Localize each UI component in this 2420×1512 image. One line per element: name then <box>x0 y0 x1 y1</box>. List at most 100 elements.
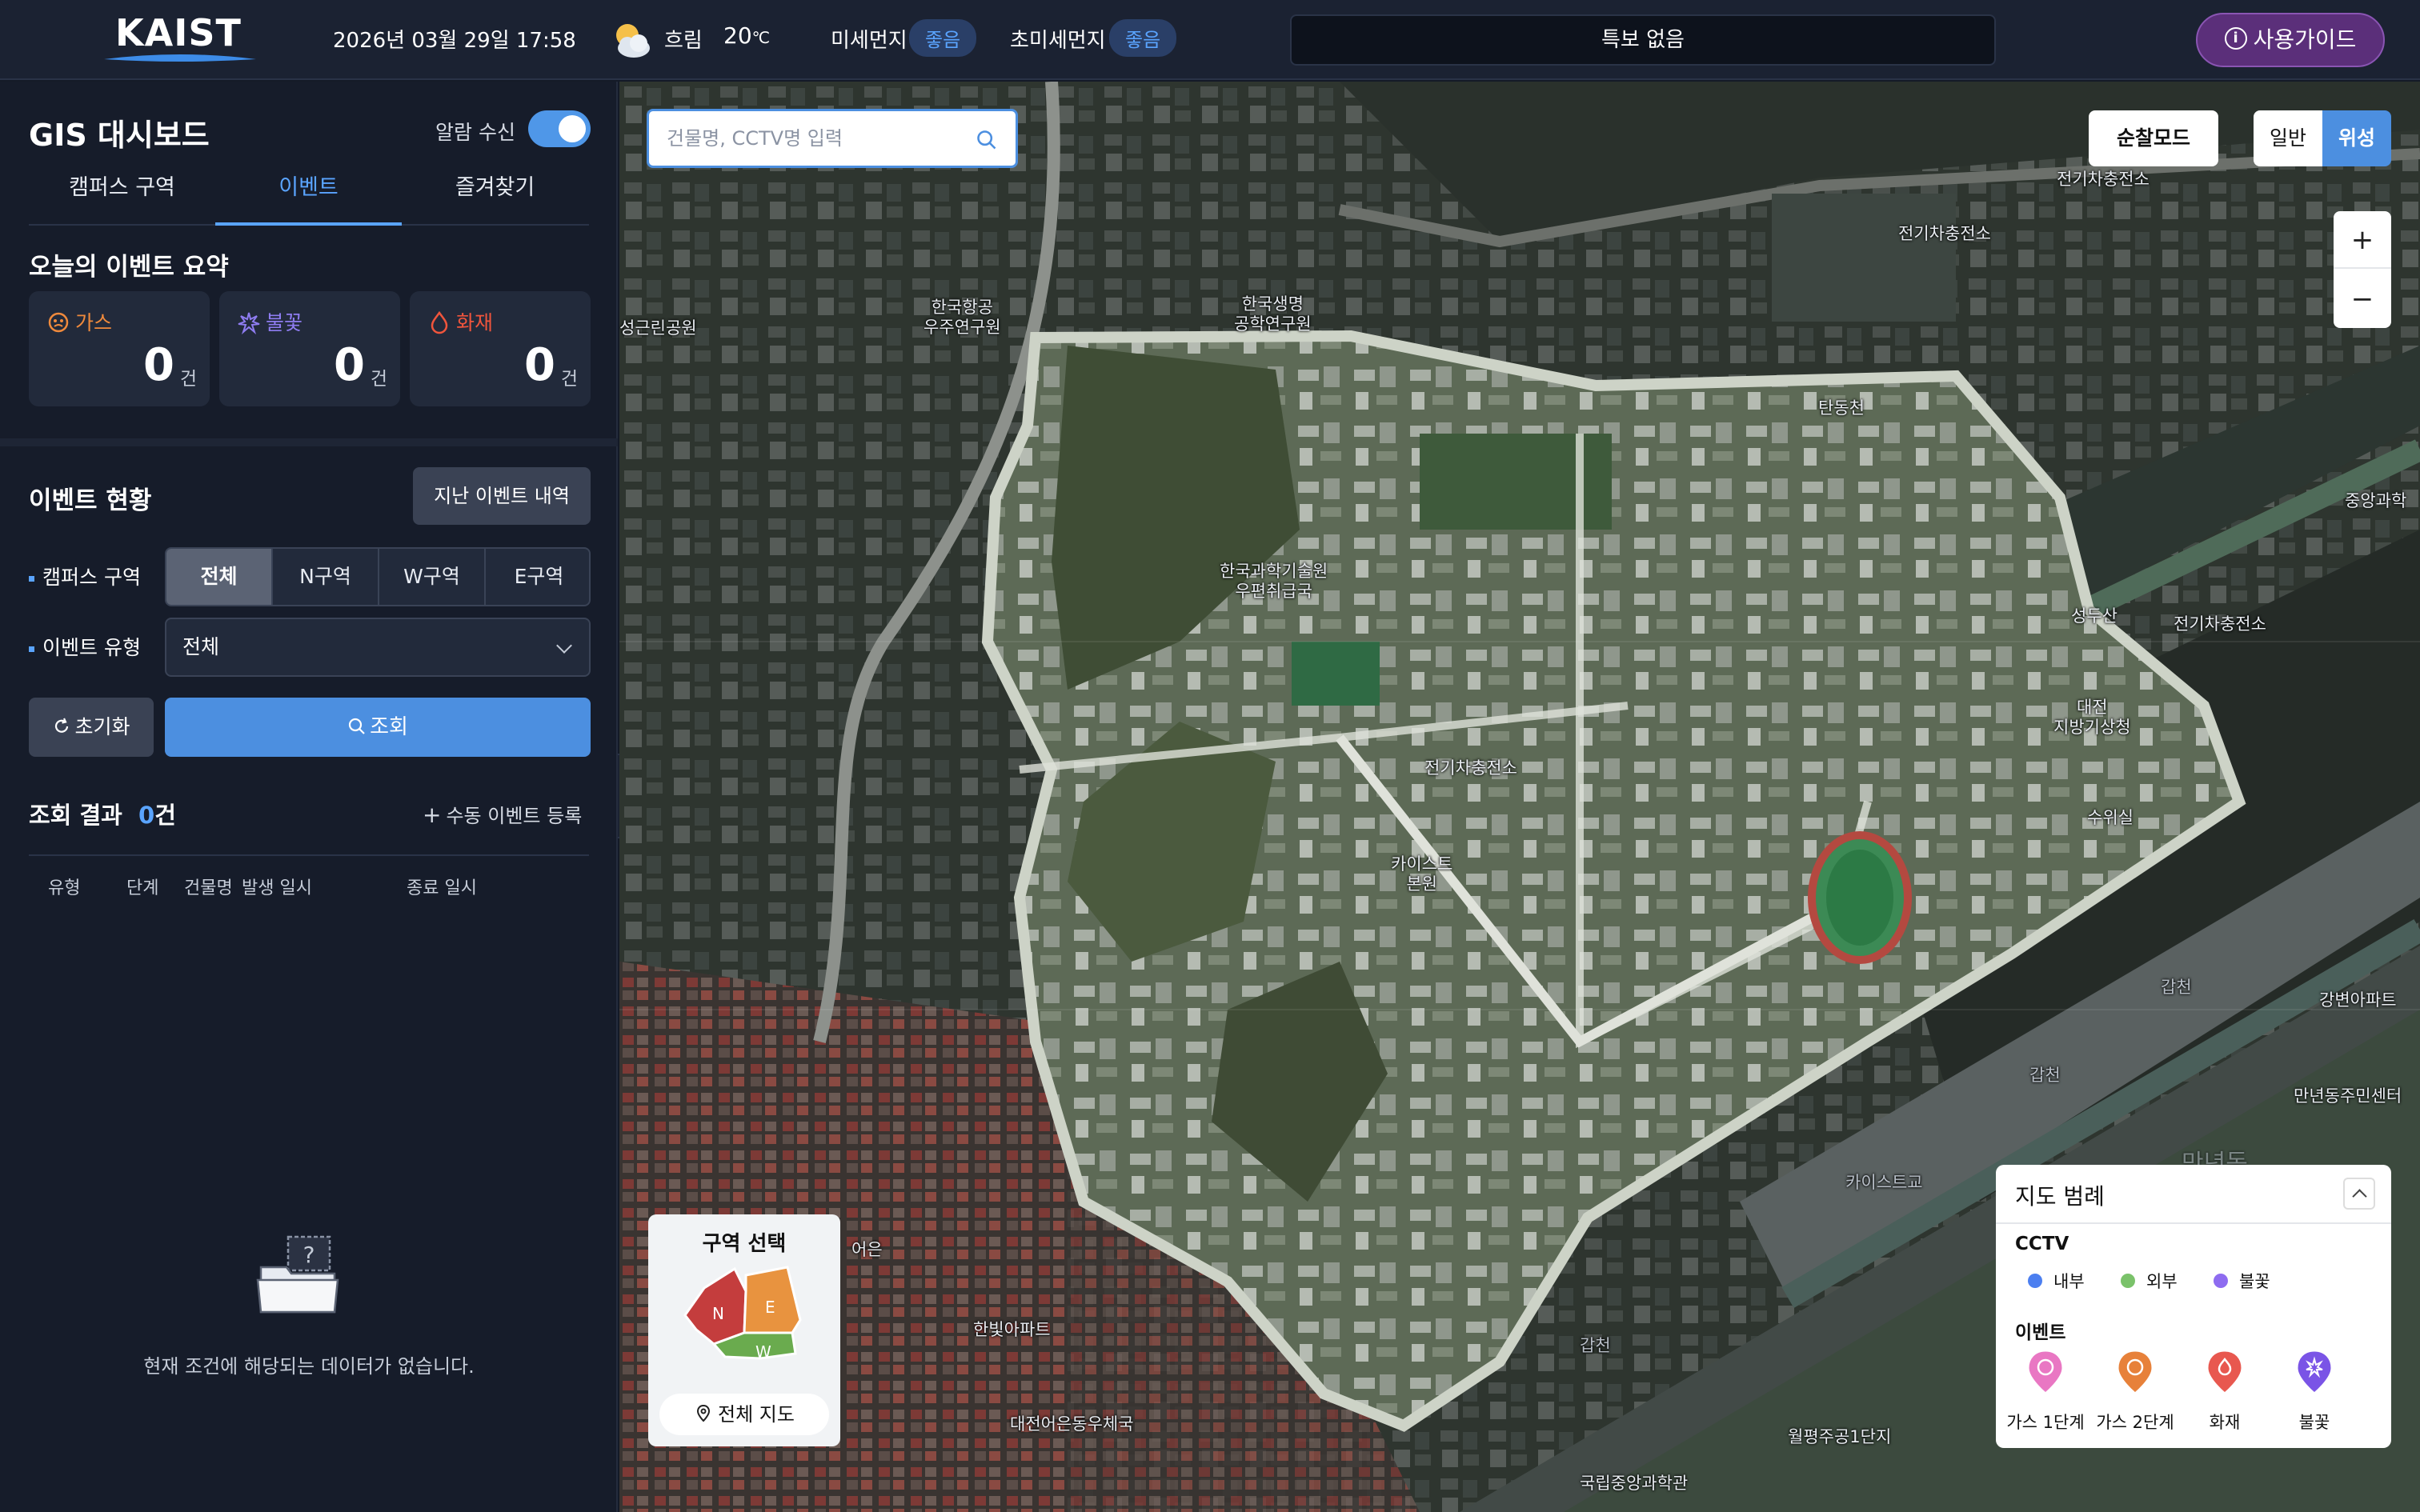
gas-summary-card: 가스 0 건 <box>29 291 210 406</box>
map-label: 카이스트 본원 <box>1391 854 1453 894</box>
fire-card-label: 화재 <box>427 307 493 336</box>
legend-gas-2-label: 가스 2단계 <box>2096 1413 2174 1432</box>
map-label: 성두산 <box>2071 606 2118 626</box>
gas-stage2-marker-icon <box>2116 1349 2154 1395</box>
user-guide-label: 사용가이드 <box>2253 26 2357 53</box>
gas-stage1-marker-icon <box>2026 1349 2065 1395</box>
temperature: 20℃ <box>723 22 770 49</box>
section-divider <box>0 438 618 446</box>
chevron-up-icon[interactable] <box>2343 1178 2375 1210</box>
map-label: 한국과학기술원 우편취급국 <box>1220 562 1328 601</box>
legend-cctv-external: 외부 <box>2121 1269 2178 1293</box>
map-label: 한국생명 공학연구원 <box>1234 294 1312 334</box>
empty-folder-icon: ? <box>256 1235 339 1314</box>
map-label: 어은 <box>851 1240 883 1259</box>
dashboard-title: GIS 대시보드 <box>29 118 210 153</box>
fine-dust-value: 좋음 <box>909 19 977 57</box>
user-guide-button[interactable]: i 사용가이드 <box>2196 13 2385 67</box>
search-label: 조회 <box>370 715 408 739</box>
zone-option-all[interactable]: 전체 <box>166 549 273 605</box>
results-divider <box>29 854 589 856</box>
map-label: 전기차충전소 <box>1424 758 1517 778</box>
map-label: 전기차충전소 <box>1898 224 1991 243</box>
empty-state-message: 현재 조건에 해당되는 데이터가 없습니다. <box>143 1355 475 1378</box>
zone-segmented-control: 전체 N구역 W구역 E구역 <box>165 547 591 606</box>
alarm-toggle[interactable] <box>528 110 591 147</box>
map-type-normal[interactable]: 일반 <box>2254 110 2322 166</box>
map-label: 대전 지방기상청 <box>2053 698 2131 737</box>
bullet-icon <box>29 575 34 582</box>
legend-title: 지도 범례 <box>2015 1183 2105 1210</box>
legend-cctv-title: CCTV <box>2015 1234 2069 1254</box>
ultra-dust-value: 좋음 <box>1109 19 1177 57</box>
map-search-placeholder: 건물명, CCTV명 입력 <box>667 127 843 150</box>
map-label: 한국항공 우주연구원 <box>924 298 1001 337</box>
toggle-knob <box>559 115 586 142</box>
tab-events[interactable]: 이벤트 <box>215 157 402 226</box>
search-icon[interactable] <box>976 129 998 151</box>
zone-option-e[interactable]: E구역 <box>486 549 589 605</box>
event-type-value: 전체 <box>182 635 220 658</box>
zone-option-n[interactable]: N구역 <box>273 549 379 605</box>
column-header-stage: 단계 <box>126 878 159 898</box>
map-type-satellite[interactable]: 위성 <box>2322 110 2391 166</box>
type-filter-label: 이벤트 유형 <box>29 632 141 661</box>
temperature-value: 20 <box>723 22 752 49</box>
search-button[interactable]: 조회 <box>165 698 591 757</box>
map-search-input[interactable]: 건물명, CCTV명 입력 <box>647 109 1018 168</box>
map-pin-icon <box>697 1404 711 1422</box>
legend-divider <box>1996 1222 2391 1224</box>
flame-summary-card: 불꽃 0 건 <box>219 291 400 406</box>
map-label: 중앙과학 <box>2345 491 2407 510</box>
column-header-start-time: 발생 일시 <box>242 878 312 898</box>
tab-campus-zone[interactable]: 캠퍼스 구역 <box>29 157 215 226</box>
sidebar: GIS 대시보드 알람 수신 캠퍼스 구역 이벤트 즐겨찾기 오늘의 이벤트 요… <box>0 82 618 1512</box>
patrol-mode-button[interactable]: 순찰모드 <box>2089 110 2218 166</box>
tab-favorites[interactable]: 즐겨찾기 <box>402 157 588 226</box>
map-label: 만년동주민센터 <box>2294 1086 2402 1106</box>
manual-event-register-button[interactable]: + 수동 이벤트 등록 <box>423 800 582 828</box>
results-title-text: 조회 결과 <box>29 802 122 829</box>
legend-cctv-internal-label: 내부 <box>2053 1272 2085 1291</box>
fine-dust-label: 미세먼지 <box>831 29 908 53</box>
fire-unit: 건 <box>560 369 578 390</box>
zoom-in-button[interactable]: + <box>2334 211 2391 269</box>
legend-cctv-flame: 불꽃 <box>2214 1269 2270 1293</box>
event-type-select[interactable]: 전체 <box>165 618 591 677</box>
past-events-button[interactable]: 지난 이벤트 내역 <box>413 467 591 525</box>
full-map-button[interactable]: 전체 지도 <box>659 1394 829 1435</box>
alarm-label: 알람 수신 <box>435 121 515 144</box>
zone-select-card: 구역 선택 N E W 전체 지도 <box>648 1214 840 1446</box>
map-label: 갑천 <box>2161 978 2192 997</box>
column-header-building: 건물명 <box>184 878 233 898</box>
summary-title: 오늘의 이벤트 요약 <box>29 253 229 282</box>
kaist-logo[interactable]: KAIST <box>101 11 259 64</box>
sidebar-tabs: 캠퍼스 구역 이벤트 즐겨찾기 <box>29 157 589 226</box>
fine-dust-badge: 좋음 <box>909 19 977 57</box>
reset-button[interactable]: 초기화 <box>29 698 154 757</box>
zone-option-w[interactable]: W구역 <box>379 549 486 605</box>
results-title: 조회 결과 0건 <box>29 797 176 830</box>
legend-gas-1-label: 가스 1단계 <box>2006 1413 2085 1432</box>
info-icon: i <box>2224 27 2247 50</box>
map-label: 갑천 <box>1580 1336 1611 1355</box>
green-dot-icon <box>2121 1274 2135 1288</box>
map-label: 갑천 <box>2029 1066 2061 1085</box>
bullet-icon <box>29 646 34 652</box>
logo-swoosh-icon <box>104 54 256 62</box>
full-map-label: 전체 지도 <box>718 1403 795 1426</box>
flame-marker-icon <box>2295 1349 2334 1395</box>
zoom-out-button[interactable]: − <box>2334 270 2391 328</box>
gas-icon <box>48 312 69 333</box>
zone-w-label: W <box>755 1342 771 1362</box>
map-label: 월평주공1단지 <box>1788 1427 1892 1446</box>
legend-flame-label: 불꽃 <box>2298 1413 2330 1432</box>
zone-filter-label: 캠퍼스 구역 <box>29 562 141 590</box>
map-legend: 지도 범례 CCTV 내부 외부 불꽃 이벤트 가스 1단계 가스 2단계 화재… <box>1996 1165 2391 1448</box>
zoom-controls: + − <box>2334 211 2391 328</box>
map-label: 전기차충전소 <box>2057 170 2150 189</box>
zone-n-label: N <box>712 1304 724 1323</box>
results-unit: 건 <box>154 802 176 829</box>
map-label: 성근린공원 <box>619 318 697 338</box>
legend-cctv-internal: 내부 <box>2028 1269 2085 1293</box>
